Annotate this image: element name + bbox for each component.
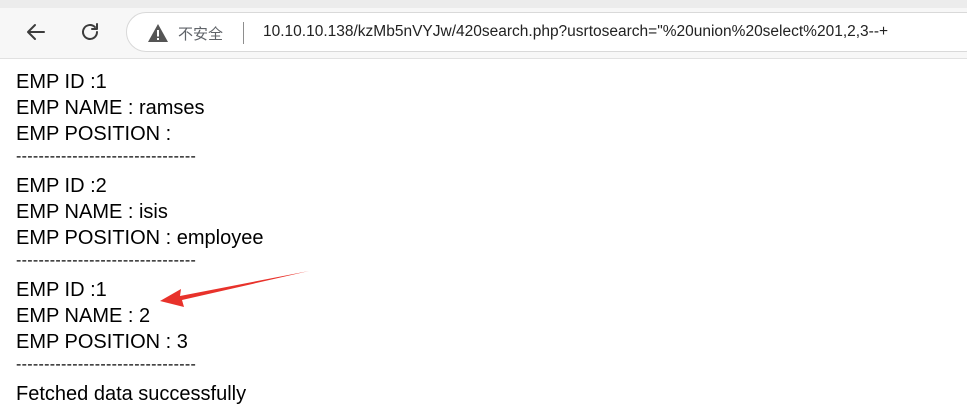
reload-icon [82,23,98,40]
address-divider [243,22,244,44]
reload-button[interactable] [74,16,106,48]
address-bar[interactable]: 不安全 10.10.10.138/kzMb5nVYJw/420search.ph… [126,12,967,52]
url-text[interactable]: 10.10.10.138/kzMb5nVYJw/420search.php?us… [263,23,888,41]
record-separator: -------------------------------- [16,148,197,165]
back-button[interactable] [20,16,52,48]
back-arrow-icon [27,24,45,40]
record-3-name: EMP NAME : 2 [16,305,151,327]
record-separator: -------------------------------- [16,356,197,373]
record-1-name: EMP NAME : ramses [16,97,205,119]
page-content: EMP ID :1 EMP NAME : ramses EMP POSITION… [0,59,967,411]
tab-strip-edge [0,0,967,8]
record-2-id: EMP ID :2 [16,175,107,197]
record-3-position: EMP POSITION : 3 [16,331,188,353]
status-message: Fetched data successfully [16,383,247,405]
record-2-name: EMP NAME : isis [16,201,168,223]
record-3-id: EMP ID :1 [16,279,107,301]
browser-toolbar: 不安全 10.10.10.138/kzMb5nVYJw/420search.ph… [0,0,967,59]
record-1-position: EMP POSITION : [16,123,172,145]
warning-icon[interactable] [147,22,169,44]
record-separator: -------------------------------- [16,252,197,269]
record-2-position: EMP POSITION : employee [16,227,264,249]
security-status-label[interactable]: 不安全 [178,23,223,44]
record-1-id: EMP ID :1 [16,71,107,93]
